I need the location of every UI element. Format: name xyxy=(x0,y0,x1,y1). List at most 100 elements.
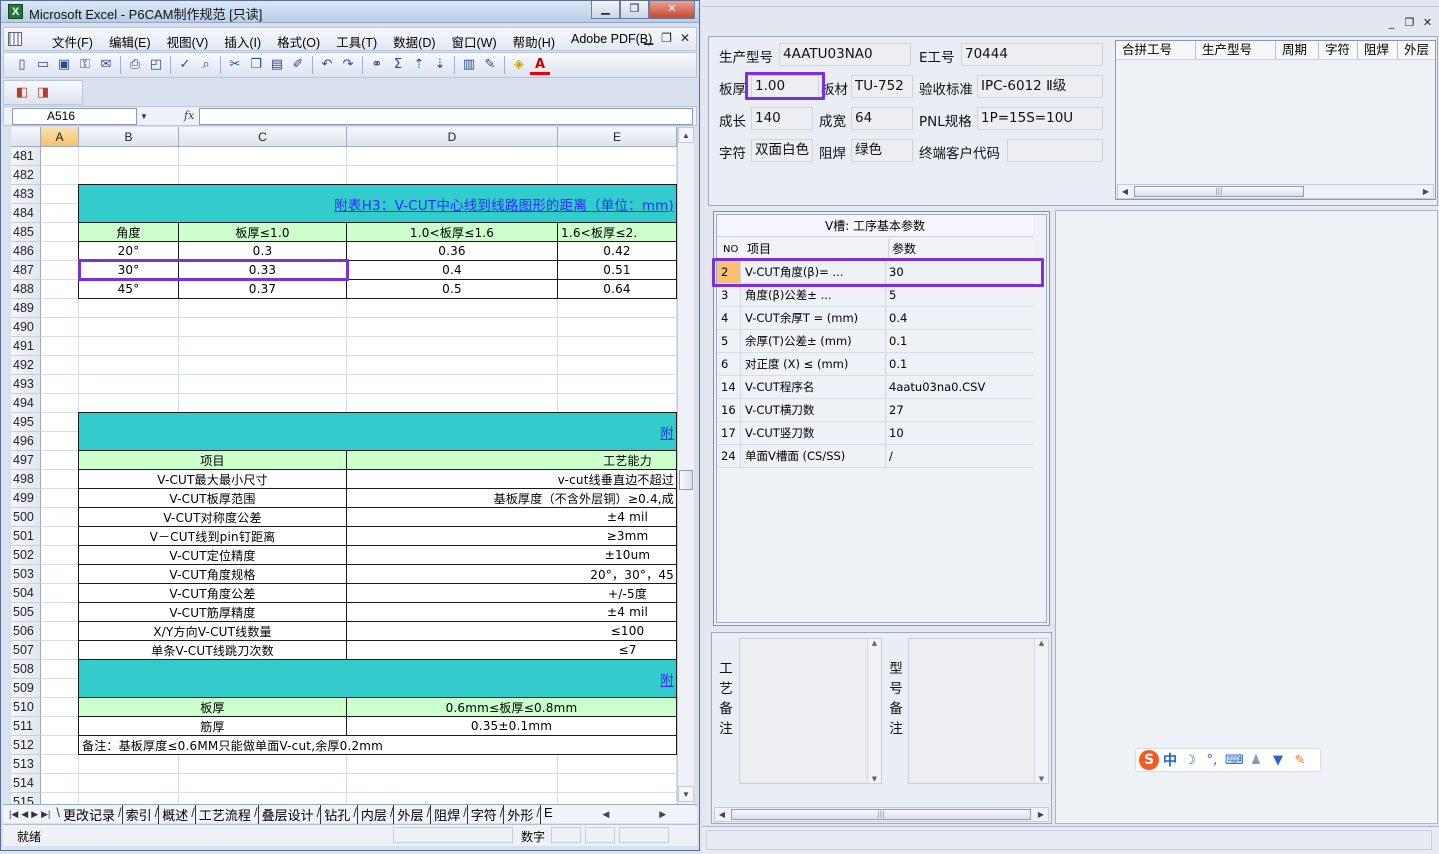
copy-icon[interactable]: ❐ xyxy=(246,55,266,75)
column-header-c[interactable]: C xyxy=(179,127,347,147)
vcut-row-param[interactable]: 0.1 xyxy=(885,330,1033,352)
sheet-tab[interactable]: 钻孔 xyxy=(320,804,353,824)
table-cell[interactable]: v-cut线垂直边不超过 xyxy=(346,469,677,489)
table-cell[interactable]: ±10um xyxy=(346,545,677,565)
vcut-row[interactable]: 17 V-CUT竖刀数 10 xyxy=(717,422,1033,445)
e-job-field[interactable]: 70444 xyxy=(961,43,1103,66)
workbook-restore-icon[interactable]: ❐ xyxy=(661,31,672,45)
vcut-row[interactable]: 24 单面V槽面 (CS/SS) / xyxy=(717,445,1033,468)
sheet-tab[interactable]: 索引 xyxy=(121,804,155,824)
table-cell[interactable]: 0.51 xyxy=(557,260,677,280)
spelling-icon[interactable]: ✓ xyxy=(175,55,195,75)
remarks-hscroll[interactable]: ◀ ||| ▶ xyxy=(714,807,1049,822)
restore-icon[interactable]: ❐ xyxy=(620,1,649,19)
sheet-tab[interactable]: 字符 xyxy=(466,804,500,824)
row-header[interactable]: 490 xyxy=(11,318,41,337)
excel-title-bar[interactable]: X Microsoft Excel - P6CAM制作规范 [只读] ▁ ❐ ✕ xyxy=(1,1,699,23)
scroll-right-icon[interactable]: ▶ xyxy=(1419,185,1433,198)
table-cell[interactable]: 附表H3：V-CUT中心线到线路图形的距离（单位：mm) xyxy=(78,184,677,223)
length-field[interactable]: 140 xyxy=(751,107,813,130)
menu-help[interactable]: 帮助(H) xyxy=(505,32,563,51)
acceptance-std-field[interactable]: IPC-6012 Ⅱ级 xyxy=(977,75,1103,98)
row-header[interactable]: 486 xyxy=(11,242,41,261)
table-cell[interactable]: 0.64 xyxy=(557,279,677,299)
table-cell[interactable]: 0.4 xyxy=(346,260,558,280)
vcut-row[interactable]: 14 V-CUT程序名 4aatu03na0.CSV xyxy=(717,376,1033,399)
row-header[interactable]: 499 xyxy=(11,489,41,508)
row-header[interactable]: 487 xyxy=(11,261,41,280)
row-header[interactable]: 503 xyxy=(11,565,41,584)
menu-format[interactable]: 格式(O) xyxy=(269,32,328,51)
pnl-spec-field[interactable]: 1P=15S=10U xyxy=(977,107,1103,130)
vcut-row[interactable]: 5 余厚(T)公差± (mm) 0.1 xyxy=(717,330,1033,353)
table-cell[interactable]: 0.3 xyxy=(178,241,347,261)
menu-view[interactable]: 视图(V) xyxy=(159,32,217,51)
row-header[interactable]: 515 xyxy=(11,793,41,804)
table-cell[interactable]: 20° xyxy=(78,241,179,261)
scroll-down-icon[interactable]: ▼ xyxy=(1035,775,1048,783)
col-period[interactable]: 周期 xyxy=(1276,41,1319,59)
sheet-tab[interactable]: 叠层设计 xyxy=(257,804,317,824)
row-header[interactable]: 492 xyxy=(11,356,41,375)
table-cell[interactable]: 20°，30°，45 xyxy=(346,564,677,584)
row-header[interactable]: 482 xyxy=(11,166,41,185)
vcut-row[interactable]: 6 对正度 (X) ≤ (mm) 0.1 xyxy=(717,353,1033,376)
menu-insert[interactable]: 插入(I) xyxy=(216,32,269,51)
width-field[interactable]: 64 xyxy=(851,107,913,130)
close-icon[interactable]: ✕ xyxy=(649,1,695,19)
textarea-scrollbar[interactable]: ▲ ▼ xyxy=(867,639,881,783)
row-header[interactable]: 514 xyxy=(11,774,41,793)
permission-icon[interactable]: ⚿ xyxy=(75,55,95,75)
table-cell[interactable]: ≤100 xyxy=(346,621,677,641)
vcut-row-param[interactable]: 0.1 xyxy=(885,353,1033,375)
row-header[interactable]: 505 xyxy=(11,603,41,622)
table-cell[interactable]: V-CUT定位精度 xyxy=(78,545,347,565)
table-cell[interactable]: V-CUT最大最小尺寸 xyxy=(78,469,347,489)
pdf-convert-icon[interactable]: ◧ xyxy=(12,83,32,103)
material-field[interactable]: TU-752 xyxy=(851,75,913,98)
pdf-email-icon[interactable]: ◨ xyxy=(33,83,53,103)
table-cell[interactable]: 1.6<板厚≤2. xyxy=(557,222,677,242)
scroll-left-icon[interactable]: ◀ xyxy=(715,808,729,821)
redo-icon[interactable]: ↷ xyxy=(338,55,358,75)
scroll-thumb[interactable]: ||| xyxy=(1134,186,1304,197)
row-header[interactable]: 509 xyxy=(11,679,41,698)
table-cell[interactable]: 角度 xyxy=(78,222,179,242)
soldermask-field[interactable]: 绿色 xyxy=(851,139,913,162)
row-header[interactable]: 507 xyxy=(11,641,41,660)
scroll-up-icon[interactable]: ▲ xyxy=(868,639,881,647)
menu-tools[interactable]: 工具(T) xyxy=(328,32,385,51)
vcut-row-param[interactable]: 0.4 xyxy=(885,307,1033,329)
col-merge-job[interactable]: 合拼工号 xyxy=(1116,41,1196,59)
vcut-row[interactable]: 4 V-CUT余厚T = (mm) 0.4 xyxy=(717,307,1033,330)
tab-scroll-right-icon[interactable]: ▶ xyxy=(659,809,666,820)
row-header[interactable]: 497 xyxy=(11,451,41,470)
sheet-tab[interactable]: 更改记录 xyxy=(60,805,118,824)
sheet-tab[interactable]: 内层 xyxy=(356,804,390,824)
last-sheet-icon[interactable]: ▶| xyxy=(41,809,50,820)
col-prod-model[interactable]: 生产型号 xyxy=(1196,41,1276,59)
research-icon[interactable]: ⌕ xyxy=(196,55,216,75)
table-cell[interactable]: 基板厚度（不含外层铜）≥0.4,成 xyxy=(346,488,677,508)
table-cell[interactable]: 筋厚 xyxy=(78,716,347,736)
ime-mode[interactable]: 中 xyxy=(1163,750,1177,770)
textarea-scrollbar[interactable]: ▲ ▼ xyxy=(1034,639,1048,783)
prod-model-field[interactable]: 4AATU03NA0 xyxy=(779,43,911,66)
scroll-right-icon[interactable]: ▶ xyxy=(1034,808,1048,821)
sort-ascending-icon[interactable]: ⇡ xyxy=(409,55,429,75)
vcut-row-param[interactable]: / xyxy=(885,445,1033,467)
row-header[interactable]: 488 xyxy=(11,280,41,299)
row-header[interactable]: 506 xyxy=(11,622,41,641)
table-cell[interactable]: X/Y方向V-CUT线数量 xyxy=(78,621,347,641)
minimize-icon[interactable]: ▁ xyxy=(591,1,620,19)
sheet-tab[interactable]: 概述 xyxy=(158,804,191,824)
table-cell[interactable]: 项目 xyxy=(78,450,347,470)
vertical-scrollbar[interactable]: ▲ ▼ xyxy=(677,127,694,804)
row-header[interactable]: 513 xyxy=(11,755,41,774)
process-remark-textarea[interactable]: ▲ ▼ xyxy=(739,638,882,784)
table-cell[interactable]: V-CUT筋厚精度 xyxy=(78,602,347,622)
vcut-row[interactable]: 2 V-CUT角度(β)= ... 30 xyxy=(717,261,1033,284)
new-icon[interactable]: ▯ xyxy=(12,55,32,75)
end-customer-field[interactable] xyxy=(1007,139,1103,162)
workbook-close-icon[interactable]: ✕ xyxy=(680,31,690,45)
